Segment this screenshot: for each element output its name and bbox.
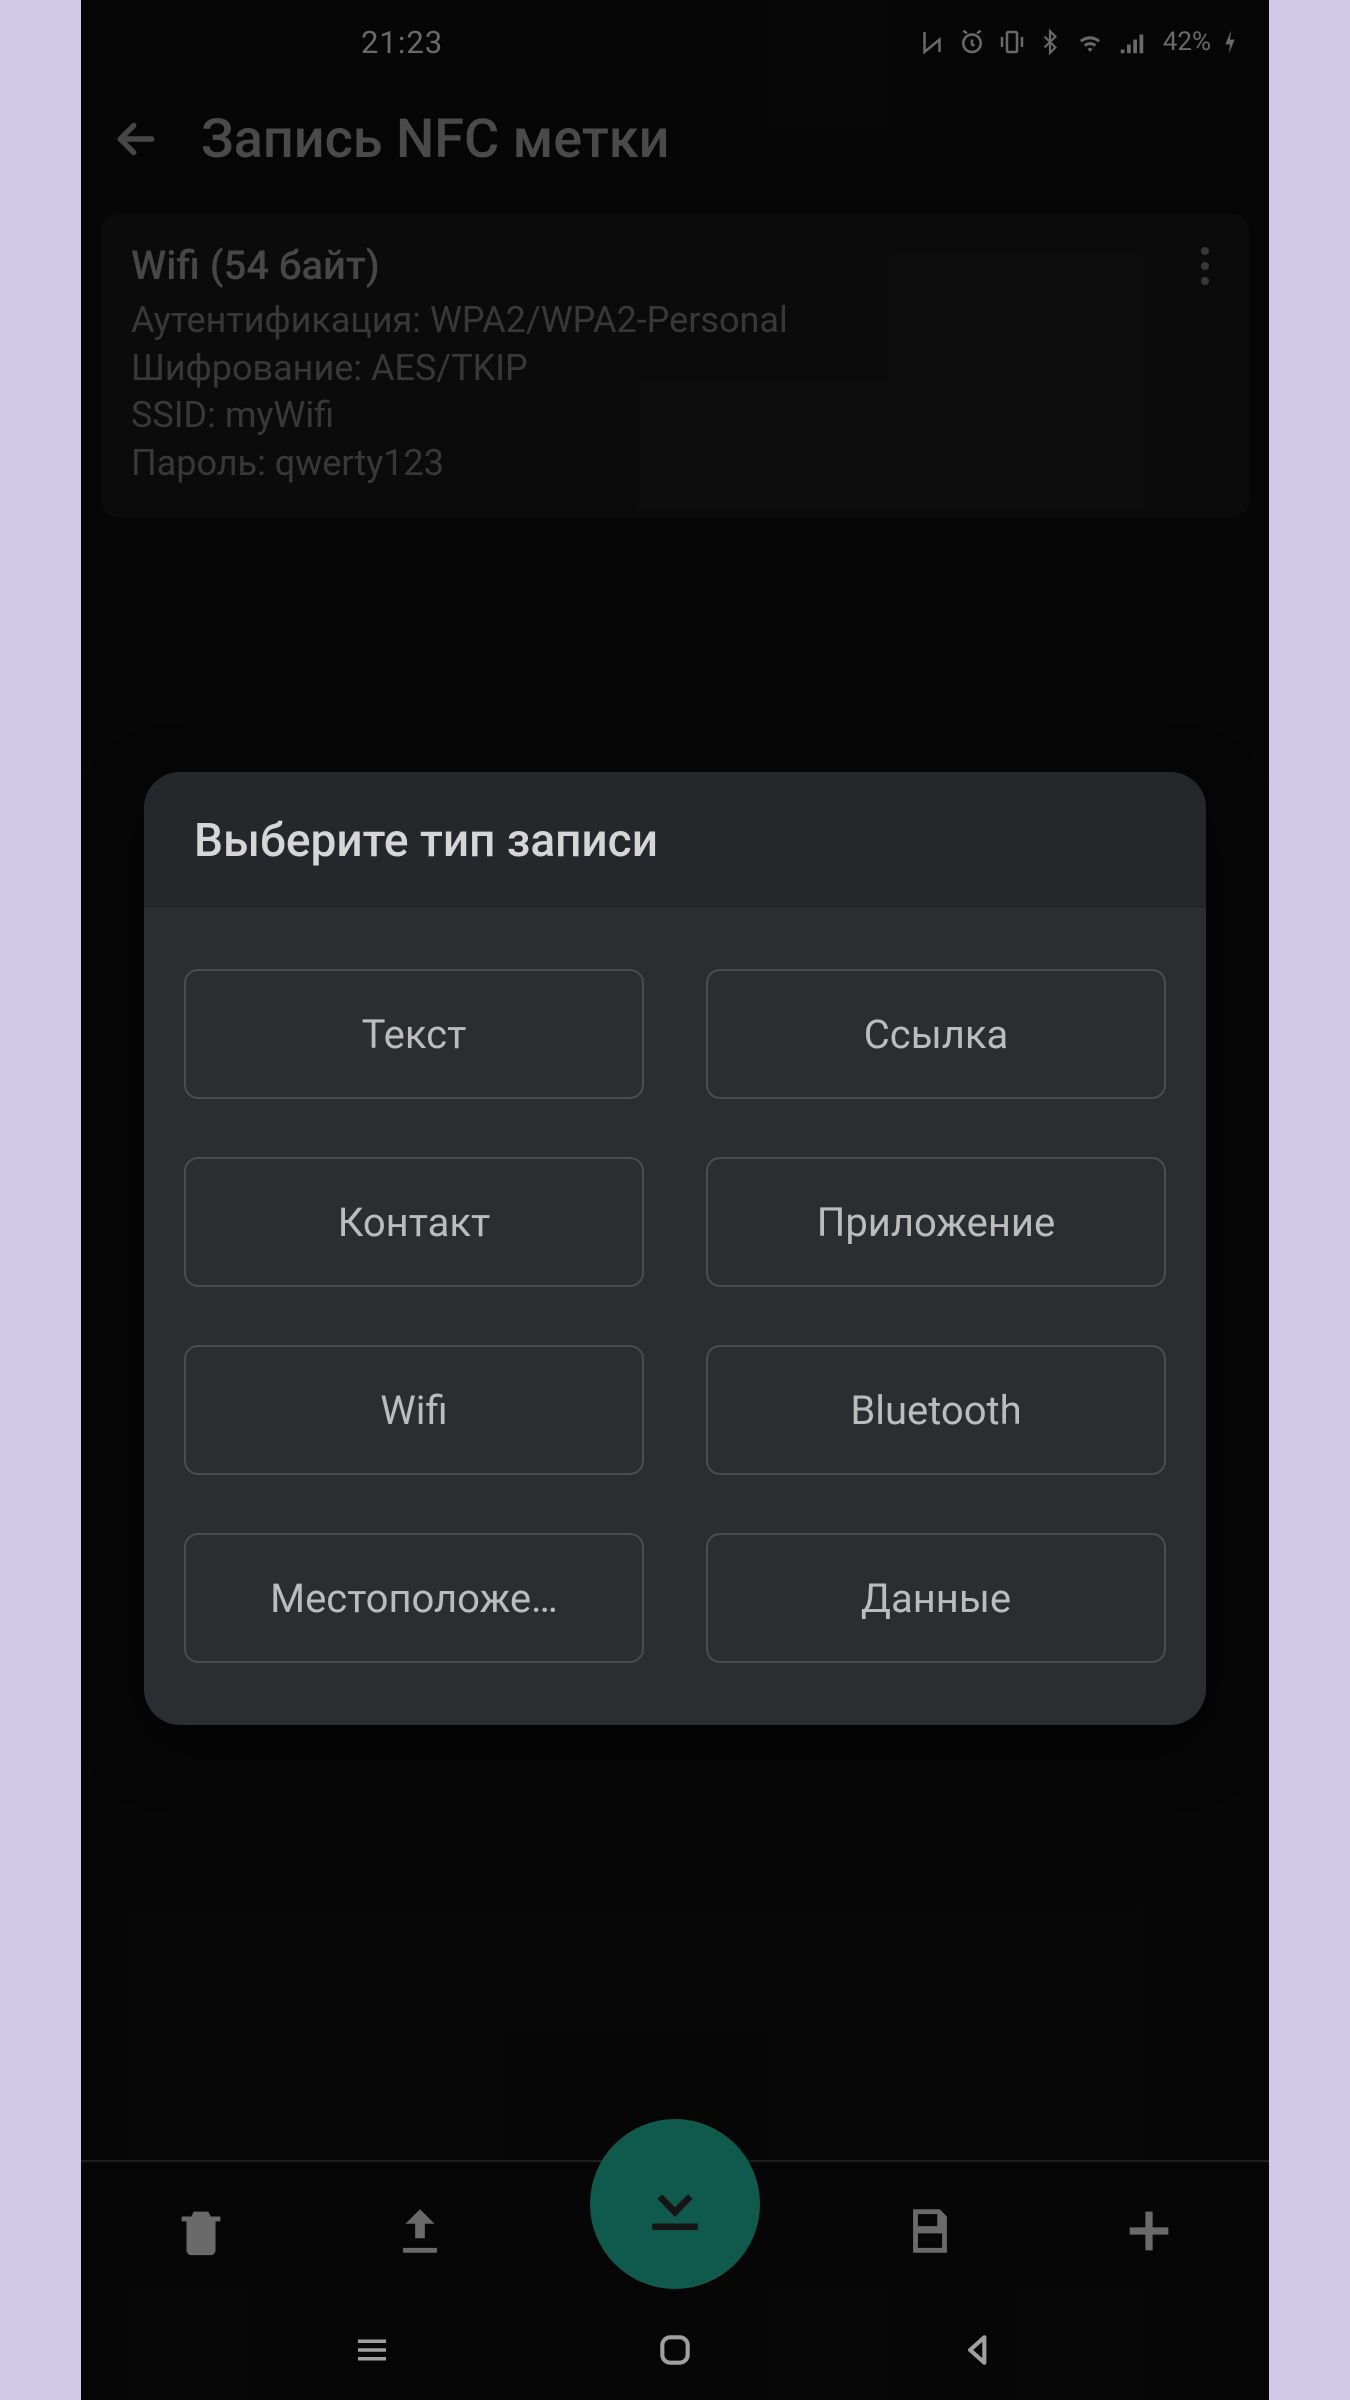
option-label: Текст	[362, 1011, 467, 1058]
add-button[interactable]	[1099, 2181, 1199, 2281]
back-icon	[959, 2331, 997, 2369]
save-button[interactable]	[880, 2181, 980, 2281]
option-location[interactable]: Местоположе…	[184, 1533, 644, 1663]
recents-icon	[351, 2329, 393, 2371]
dialog-header: Выберите тип записи	[144, 772, 1206, 907]
bottom-action-bar	[81, 2160, 1269, 2300]
dialog-body: Текст Ссылка Контакт Приложение Wifi Blu…	[144, 907, 1206, 1725]
delete-button[interactable]	[151, 2181, 251, 2281]
option-link[interactable]: Ссылка	[706, 969, 1166, 1099]
nav-back[interactable]	[948, 2320, 1008, 2380]
upload-icon	[391, 2202, 449, 2260]
save-icon	[901, 2202, 959, 2260]
option-app[interactable]: Приложение	[706, 1157, 1166, 1287]
option-label: Контакт	[338, 1199, 491, 1246]
dialog-title: Выберите тип записи	[194, 814, 1156, 868]
trash-icon	[172, 2202, 230, 2260]
option-label: Bluetooth	[850, 1387, 1021, 1434]
nav-home[interactable]	[645, 2320, 705, 2380]
nav-recents[interactable]	[342, 2320, 402, 2380]
record-type-dialog: Выберите тип записи Текст Ссылка Контакт…	[144, 772, 1206, 1725]
option-data[interactable]: Данные	[706, 1533, 1166, 1663]
option-contact[interactable]: Контакт	[184, 1157, 644, 1287]
system-nav-bar	[81, 2300, 1269, 2400]
option-label: Ссылка	[864, 1011, 1009, 1058]
write-fab[interactable]	[590, 2119, 760, 2289]
option-label: Местоположе…	[270, 1575, 558, 1622]
plus-icon	[1120, 2202, 1178, 2260]
download-icon	[636, 2165, 714, 2243]
home-icon	[656, 2331, 694, 2369]
option-wifi[interactable]: Wifi	[184, 1345, 644, 1475]
option-label: Приложение	[817, 1199, 1055, 1246]
option-label: Данные	[861, 1575, 1011, 1622]
option-text[interactable]: Текст	[184, 969, 644, 1099]
upload-button[interactable]	[370, 2181, 470, 2281]
option-bluetooth[interactable]: Bluetooth	[706, 1345, 1166, 1475]
option-label: Wifi	[380, 1387, 447, 1434]
